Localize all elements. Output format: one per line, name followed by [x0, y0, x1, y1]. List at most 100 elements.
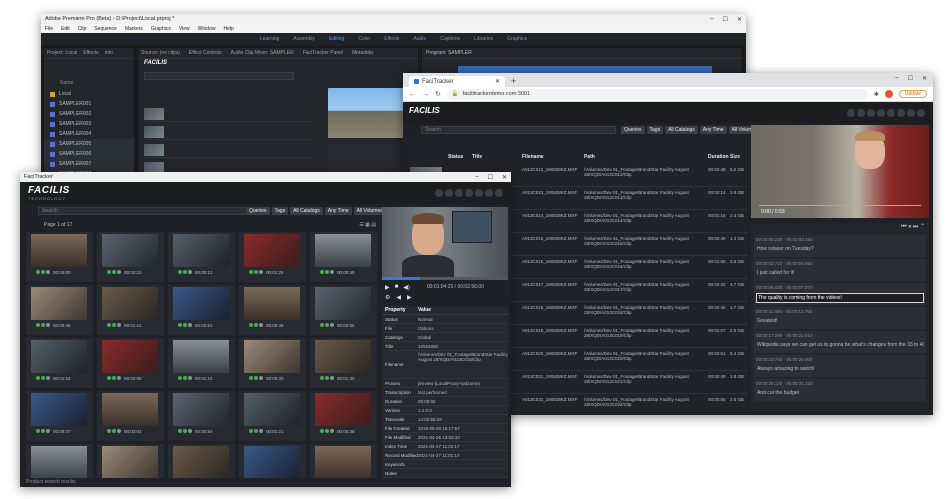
- stop-icon[interactable]: ■: [395, 284, 399, 290]
- thumbnail-card[interactable]: 00:01:44: [97, 444, 164, 478]
- transcript-entry[interactable]: 00:00:06.020 - 00:00:07.870 The quality i…: [754, 283, 926, 305]
- column-header[interactable]: Filename: [522, 154, 544, 160]
- thumbnail-card[interactable]: 00:01:09: [310, 444, 377, 478]
- project-item[interactable]: Local: [44, 89, 134, 99]
- menu-item[interactable]: View: [179, 26, 190, 32]
- extensions-icon[interactable]: ✱: [874, 91, 879, 98]
- toolbar-icon[interactable]: [455, 189, 463, 197]
- project-tab[interactable]: Effects: [83, 50, 98, 56]
- workspace-tab[interactable]: Assembly: [293, 36, 315, 42]
- thumbnail-card[interactable]: 00:00:49: [239, 285, 306, 335]
- tracker-preview[interactable]: [382, 207, 508, 277]
- panel-clip-row[interactable]: [144, 106, 314, 122]
- transcript-entry[interactable]: 00:00:28.120 - 00:00:31.220 And cut the b…: [754, 379, 926, 401]
- forward-icon[interactable]: →: [422, 91, 429, 98]
- thumbnail-card[interactable]: 00:00:54: [168, 391, 235, 441]
- workspace-tab[interactable]: Effects: [384, 36, 399, 42]
- transcript-entry[interactable]: 00:00:11.490 - 00:00:13.760 Greatest!: [754, 307, 926, 329]
- thumbnail-card[interactable]: 00:00:33: [239, 338, 306, 388]
- project-item[interactable]: SAMPLER006: [44, 149, 134, 159]
- project-item[interactable]: SAMPLER005: [44, 139, 134, 149]
- thumbnail-card[interactable]: 00:01:21: [239, 391, 306, 441]
- panel-search-input[interactable]: [144, 72, 294, 80]
- property-row[interactable]: Keywords: [382, 460, 508, 469]
- toolbar-icon[interactable]: [435, 189, 443, 197]
- workspace-tab[interactable]: Graphics: [507, 36, 527, 42]
- update-button[interactable]: Update: [898, 90, 927, 98]
- reload-icon[interactable]: ↻: [435, 90, 441, 98]
- menu-item[interactable]: Edit: [61, 26, 70, 32]
- property-row[interactable]: File Modified 2021-04-26 13:53:33: [382, 433, 508, 442]
- next-icon[interactable]: ▶: [407, 294, 412, 301]
- menu-item[interactable]: Clip: [78, 26, 87, 32]
- column-header[interactable]: Size: [730, 154, 740, 160]
- property-row[interactable]: File Created 2019-08-28 15:17:57: [382, 424, 508, 433]
- profile-avatar[interactable]: [884, 90, 893, 98]
- close-icon[interactable]: ✕: [737, 16, 742, 23]
- toolbar-icon[interactable]: [867, 109, 875, 117]
- project-tab[interactable]: Info: [105, 50, 113, 56]
- close-icon[interactable]: ✕: [922, 75, 927, 82]
- menu-item[interactable]: Graphics: [151, 26, 171, 32]
- thumbnail-card[interactable]: 00:01:25: [239, 232, 306, 282]
- volume-icon[interactable]: ◀): [403, 284, 410, 291]
- project-item[interactable]: SAMPLER002: [44, 109, 134, 119]
- filter-dropdown[interactable]: Tags: [271, 207, 289, 215]
- settings-icon[interactable]: ⚙: [385, 294, 390, 301]
- toolbar-icon[interactable]: [475, 189, 483, 197]
- view-toggle-icons[interactable]: ☰ ▦ ▤: [359, 222, 376, 228]
- preview-progress[interactable]: [382, 277, 508, 280]
- toolbar-icon[interactable]: [847, 109, 855, 117]
- workspace-tab[interactable]: Libraries: [474, 36, 493, 42]
- property-row[interactable]: Index Time 2021-04-27 11:01:17: [382, 442, 508, 451]
- workspace-tab[interactable]: Captions: [440, 36, 460, 42]
- transcript-text[interactable]: The quality is coming from the videos!: [756, 293, 924, 303]
- property-row[interactable]: Record Modified 2021-04-27 11:01:17: [382, 451, 508, 460]
- property-row[interactable]: Version 1.2.0.0: [382, 406, 508, 415]
- transcript-entry[interactable]: 00:00:00.230 - 00:00:02.154 How relaxer o…: [754, 235, 926, 257]
- minimize-icon[interactable]: –: [475, 174, 478, 181]
- thumbnail-card[interactable]: 00:00:46: [26, 285, 93, 335]
- thumbnail-card[interactable]: 00:00:45: [310, 232, 377, 282]
- thumbnail-card[interactable]: 00:00:47: [26, 391, 93, 441]
- program-tab[interactable]: Program: SAMPLER: [422, 48, 742, 59]
- transcript-entry[interactable]: 00:00:23.740 - 00:00:25.900 Always amazin…: [754, 355, 926, 377]
- thumbnail-card[interactable]: 00:02:05: [97, 338, 164, 388]
- project-item[interactable]: SAMPLER001: [44, 99, 134, 109]
- thumbnail-card[interactable]: 00:01:24: [26, 338, 93, 388]
- thumbnail-card[interactable]: 00:00:00: [26, 232, 93, 282]
- thumbnail-card[interactable]: 00:02:10: [97, 232, 164, 282]
- workspace-tab[interactable]: Audio: [413, 36, 426, 42]
- toolbar-icon[interactable]: [495, 189, 503, 197]
- maximize-icon[interactable]: ☐: [723, 16, 728, 23]
- thumbnail-card[interactable]: 00:00:52: [168, 444, 235, 478]
- tab-close-icon[interactable]: ✕: [495, 78, 500, 85]
- toolbar-icon[interactable]: [897, 109, 905, 117]
- thumbnail-card[interactable]: 00:02:30: [239, 444, 306, 478]
- thumbnail-card[interactable]: 00:02:01: [97, 391, 164, 441]
- web-video-player[interactable]: 0:00 / 0:53: [751, 125, 929, 218]
- thumbnail-card[interactable]: 00:00:58: [26, 444, 93, 478]
- workspace-tab[interactable]: Learning: [260, 36, 279, 42]
- menu-item[interactable]: Help: [223, 26, 233, 32]
- workspace-tab[interactable]: Editing: [329, 36, 344, 42]
- property-row[interactable]: Notes: [382, 469, 508, 478]
- minimize-icon[interactable]: –: [895, 75, 898, 82]
- thumbnail-card[interactable]: 00:01:40: [310, 338, 377, 388]
- property-row[interactable]: Transcription Not performed: [382, 388, 508, 397]
- column-header[interactable]: Path: [584, 154, 595, 160]
- minimize-icon[interactable]: –: [710, 16, 713, 23]
- property-row[interactable]: Duration 00:00:02: [382, 397, 508, 406]
- video-progress[interactable]: [759, 205, 921, 206]
- source-tab[interactable]: Source: (no clips): [141, 50, 180, 56]
- property-row[interactable]: Timecode 14:02:56:18: [382, 415, 508, 424]
- thumbnail-card[interactable]: 00:00:56: [310, 285, 377, 335]
- new-tab-icon[interactable]: +: [511, 76, 516, 86]
- toolbar-icon[interactable]: [445, 189, 453, 197]
- thumbnail-card[interactable]: 00:00:12: [168, 232, 235, 282]
- browser-tab[interactable]: FaciTracker ✕: [409, 76, 505, 87]
- source-tab[interactable]: Metadata: [352, 50, 373, 56]
- column-header[interactable]: Duration: [708, 154, 729, 160]
- back-icon[interactable]: ←: [409, 91, 416, 98]
- project-item[interactable]: SAMPLER004: [44, 129, 134, 139]
